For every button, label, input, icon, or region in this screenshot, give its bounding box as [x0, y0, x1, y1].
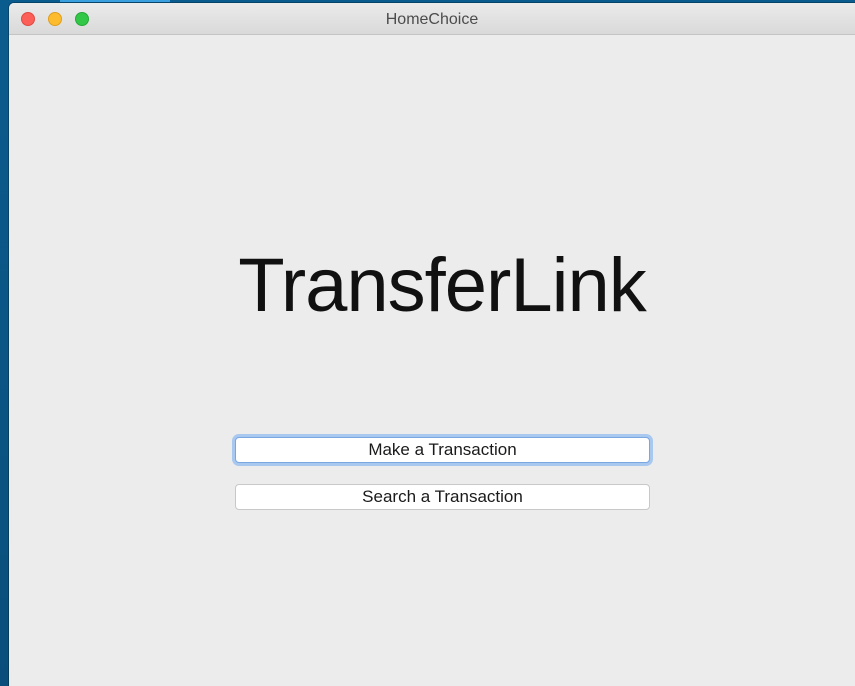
desktop-accent	[60, 0, 170, 2]
search-transaction-button[interactable]: Search a Transaction	[235, 484, 650, 510]
main-content: TransferLink Make a Transaction Search a…	[9, 35, 855, 686]
app-window: HomeChoice TransferLink Make a Transacti…	[9, 3, 855, 686]
window-titlebar[interactable]: HomeChoice	[9, 3, 855, 35]
window-title: HomeChoice	[385, 11, 479, 28]
app-title: TransferLink	[238, 243, 647, 328]
make-transaction-button[interactable]: Make a Transaction	[235, 437, 650, 463]
desktop: HomeChoice TransferLink Make a Transacti…	[0, 0, 855, 686]
